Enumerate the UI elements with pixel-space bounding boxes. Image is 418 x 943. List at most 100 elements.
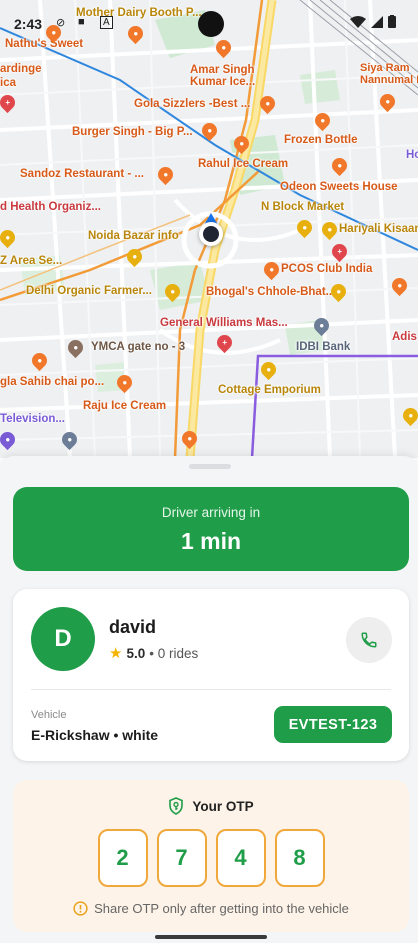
ice-cream-icon: ● xyxy=(311,109,334,132)
otp-digit: 7 xyxy=(156,829,207,887)
poi-n-block[interactable]: N Block Market xyxy=(261,201,344,214)
poi-icon: ● xyxy=(328,154,351,177)
poi-ymca[interactable]: ● YMCA gate no - 3 xyxy=(64,336,185,359)
wifi-icon xyxy=(350,15,366,28)
poi-sahib-chai[interactable]: gla Sahib chai po... xyxy=(0,376,104,389)
poi-icon: ● xyxy=(376,90,399,113)
medical-icon: + xyxy=(328,240,351,263)
poi-noida-bazar[interactable]: Noida Bazar info xyxy=(88,230,179,243)
poi-icon: ● xyxy=(28,349,51,372)
poi-icon: ● xyxy=(178,427,201,450)
poi-siya-ram[interactable]: Siya Ram Nannumal Ka... xyxy=(360,62,418,86)
poi-raju-ice-cream[interactable]: Raju Ice Cream xyxy=(83,400,166,413)
shopping-icon: ● xyxy=(257,358,280,381)
restaurant-icon: ● xyxy=(376,90,399,113)
medical-icon: + xyxy=(213,331,236,354)
vehicle-plate-badge: EVTEST-123 xyxy=(274,706,392,743)
poi-icon: ● xyxy=(388,274,411,297)
poi-icon: ● xyxy=(327,280,350,303)
poi-icon: ● xyxy=(256,92,279,115)
poi-icon: ● xyxy=(310,314,333,337)
ice-cream-icon: ● xyxy=(230,132,253,155)
otp-digit: 2 xyxy=(97,829,148,887)
vehicle-description: E-Rickshaw • white xyxy=(31,727,159,743)
status-indicators xyxy=(350,15,396,28)
poi-cottage-emporium[interactable]: Cottage Emporium xyxy=(218,384,321,397)
poi-odeon-sweets[interactable]: Odeon Sweets House xyxy=(280,181,398,194)
camera-cutout xyxy=(198,11,224,37)
arrival-label: Driver arriving in xyxy=(161,505,261,520)
poi-television[interactable]: Television... xyxy=(0,413,65,426)
otp-note: Share OTP only after getting into the ve… xyxy=(13,901,409,916)
poi-icon: + xyxy=(328,240,351,263)
poi-gola-sizzlers[interactable]: Gola Sizzlers -Best ... xyxy=(134,98,250,111)
otp-digit: 8 xyxy=(274,829,325,887)
poi-icon: ● xyxy=(0,226,19,249)
poi-icon: ● xyxy=(399,404,418,427)
poi-ardinge[interactable]: ardinge xyxy=(0,63,42,76)
poi-idbi-bank[interactable]: IDBI Bank xyxy=(296,341,350,354)
vehicle-label: Vehicle xyxy=(31,709,67,721)
restaurant-icon: ● xyxy=(178,427,201,450)
status-time: 2:43 xyxy=(14,16,43,32)
poi-bhogals[interactable]: Bhogal's Chhole-Bhat... xyxy=(206,286,335,299)
landmark-icon: ● xyxy=(64,336,87,359)
battery-icon xyxy=(388,15,396,28)
home-indicator[interactable] xyxy=(155,935,267,939)
bank-icon: ● xyxy=(58,428,81,451)
poi-icon: ● xyxy=(230,132,253,155)
shopping-icon: ● xyxy=(293,216,316,239)
poi-icon: ● xyxy=(58,428,81,451)
sheet-drag-handle[interactable] xyxy=(189,464,231,469)
restaurant-icon: ● xyxy=(328,154,351,177)
star-icon: ★ xyxy=(109,645,123,662)
map-view[interactable]: 2:43 ⊘ ■ A Mother Dairy Booth P... ● Nat… xyxy=(0,0,418,458)
poi-frozen-bottle[interactable]: Frozen Bottle xyxy=(284,134,357,147)
restaurant-icon: ● xyxy=(154,163,177,186)
alert-icon xyxy=(73,901,88,916)
signal-icon xyxy=(371,15,383,28)
poi-general-williams[interactable]: General Williams Mas... xyxy=(160,317,288,330)
otp-title: Your OTP xyxy=(192,798,254,814)
rating-value: 5.0 xyxy=(126,645,146,661)
poi-icon: + xyxy=(213,331,236,354)
poi-icon: ● xyxy=(113,371,136,394)
poi-icon: ● xyxy=(198,119,221,142)
poi-icon: ● xyxy=(123,245,146,268)
poi-z-area[interactable]: Z Area Se... xyxy=(0,255,62,268)
poi-icon: + xyxy=(0,91,19,114)
poi-hariyali[interactable]: ● Hariyali Kisaan xyxy=(318,218,418,241)
poi-icon: ● xyxy=(257,358,280,381)
app-notification-icon: A xyxy=(100,16,113,29)
restaurant-icon: ● xyxy=(198,119,221,142)
poi-pcos-club[interactable]: ● PCOS Club India xyxy=(260,258,372,281)
poi-ho[interactable]: Ho xyxy=(406,149,418,162)
poi-ica[interactable]: ica xyxy=(0,77,16,90)
poi-icon: ● xyxy=(161,280,184,303)
driver-card: D david ★ 5.0 • 0 rides Vehicle E-Ricksh… xyxy=(13,589,409,761)
otp-note-text: Share OTP only after getting into the ve… xyxy=(94,901,349,916)
rides-count: • 0 rides xyxy=(149,645,199,661)
shopping-icon: ● xyxy=(123,245,146,268)
restaurant-icon: ● xyxy=(28,349,51,372)
shopping-icon: ● xyxy=(399,404,418,427)
poi-amar-singh[interactable]: Amar Singh Kumar Ice... xyxy=(190,64,255,88)
poi-adis[interactable]: Adis xyxy=(392,331,417,344)
driver-avatar: D xyxy=(31,607,95,671)
card-divider xyxy=(31,689,391,690)
call-driver-button[interactable] xyxy=(346,617,392,663)
ride-status-sheet: Driver arriving in 1 min D david ★ 5.0 •… xyxy=(0,456,418,943)
poi-rahul-ice-cream[interactable]: Rahul Ice Cream xyxy=(198,158,288,171)
otp-header: Your OTP xyxy=(13,797,409,815)
otp-digit: 4 xyxy=(215,829,266,887)
location-dot xyxy=(199,222,223,246)
shopping-icon: ● xyxy=(318,218,341,241)
poi-sandoz[interactable]: Sandoz Restaurant - ... xyxy=(20,168,144,181)
poi-delhi-organic[interactable]: Delhi Organic Farmer... xyxy=(26,285,152,298)
poi-burger-singh[interactable]: Burger Singh - Big P... xyxy=(72,126,193,139)
poi-icon: ● xyxy=(0,428,19,451)
arrival-eta: 1 min xyxy=(180,528,242,554)
poi-health-org[interactable]: d Health Organiz... xyxy=(0,201,101,214)
ice-cream-icon: ● xyxy=(113,371,136,394)
poi-icon: ● xyxy=(154,163,177,186)
